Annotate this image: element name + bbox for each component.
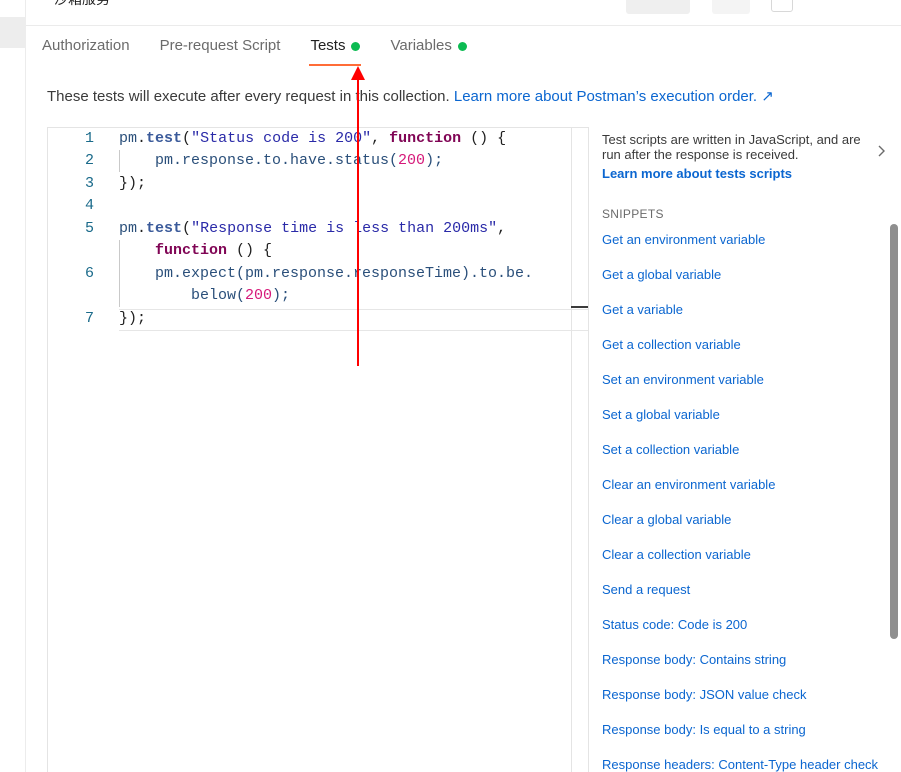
tab-pre-request-script[interactable]: Pre-request Script: [160, 36, 281, 66]
header-save-button[interactable]: [712, 0, 750, 14]
snippet-link[interactable]: Send a request: [602, 582, 690, 597]
code-text: pm.expect(pm.response.responseTime).to.b…: [155, 265, 534, 282]
snippet-link[interactable]: Get a variable: [602, 302, 683, 317]
code-line-wrapped: function () {: [48, 240, 588, 262]
sidebar-selected-item[interactable]: [0, 17, 26, 48]
line-number: 1: [84, 130, 94, 147]
header-more-icon[interactable]: [816, 0, 830, 14]
snippet-link[interactable]: Get a collection variable: [602, 337, 741, 352]
code-line: 1 pm.test("Status code is 200", function…: [48, 128, 588, 150]
snippets-scrollbar[interactable]: [890, 224, 898, 639]
code-text: pm.response.to.have.status(200);: [155, 152, 444, 169]
tests-scripts-learn-more-link[interactable]: Learn more about tests scripts: [602, 166, 792, 181]
code-text: function () {: [155, 242, 273, 259]
editor-divider: [571, 127, 572, 772]
line-number: 7: [84, 310, 94, 327]
left-sidebar: [0, 0, 26, 772]
code-line: 5 pm.test("Response time is less than 20…: [48, 218, 588, 240]
line-number: 6: [84, 265, 94, 282]
chevron-right-icon[interactable]: [874, 143, 890, 159]
tab-label: Variables: [390, 37, 452, 54]
header-doc-button[interactable]: [771, 0, 793, 12]
description-text: These tests will execute after every req…: [47, 88, 450, 105]
code-text: below(200);: [191, 287, 291, 304]
tab-label: Authorization: [42, 37, 130, 54]
tab-label: Pre-request Script: [159, 37, 281, 54]
snippet-link[interactable]: Set an environment variable: [602, 372, 764, 387]
execution-order-link[interactable]: Learn more about Postman’s execution ord…: [454, 88, 774, 105]
code-line: 3 });: [48, 173, 588, 195]
snippet-link[interactable]: Clear a collection variable: [602, 547, 751, 562]
code-line: 4: [48, 195, 588, 217]
snippet-link[interactable]: Get a global variable: [602, 267, 721, 282]
snippet-link[interactable]: Response body: Is equal to a string: [602, 722, 806, 737]
snippet-link[interactable]: Status code: Code is 200: [602, 617, 747, 632]
tab-status-dot-icon: [457, 42, 467, 51]
snippet-link[interactable]: Response headers: Content-Type header ch…: [602, 757, 878, 772]
code-editor[interactable]: 1 pm.test("Status code is 200", function…: [47, 127, 589, 772]
snippet-link[interactable]: Clear an environment variable: [602, 477, 775, 492]
line-number: 2: [84, 152, 94, 169]
code-line: 2 pm.response.to.have.status(200);: [48, 150, 588, 172]
line-number: 5: [84, 220, 94, 237]
code-line: 7 });: [48, 308, 588, 330]
code-line: 6 pm.expect(pm.response.responseTime).to…: [48, 263, 588, 285]
tab-status-dot-icon: [351, 42, 361, 51]
snippet-link[interactable]: Set a collection variable: [602, 442, 739, 457]
tests-info-text: Test scripts are written in JavaScript, …: [602, 132, 861, 162]
collection-header: 沙箱服务: [26, 0, 901, 26]
code-text: pm.test("Status code is 200", function (…: [119, 130, 507, 147]
annotation-arrow-icon: [351, 66, 365, 366]
postman-collection-tests-view: 沙箱服务 Authorization Pre-request Script Te…: [0, 0, 901, 772]
code-text: });: [119, 175, 147, 192]
code-line-wrapped: below(200);: [48, 285, 588, 307]
tab-tests[interactable]: Tests: [309, 36, 362, 66]
code-text: });: [119, 310, 147, 327]
snippet-link[interactable]: Set a global variable: [602, 407, 720, 422]
header-action-button[interactable]: [626, 0, 690, 14]
tab-label: Tests: [310, 37, 346, 54]
collection-title: 沙箱服务: [54, 0, 110, 9]
line-number: 4: [84, 197, 94, 214]
snippets-heading: SNIPPETS: [602, 207, 664, 221]
tab-bar: Authorization Pre-request Script Tests V…: [42, 36, 497, 66]
snippet-link[interactable]: Clear a global variable: [602, 512, 731, 527]
snippet-link[interactable]: Response body: Contains string: [602, 652, 786, 667]
tab-authorization[interactable]: Authorization: [42, 36, 130, 66]
code-text: pm.test("Response time is less than 200m…: [119, 220, 507, 237]
tests-description: These tests will execute after every req…: [47, 87, 774, 105]
line-number: 3: [84, 175, 94, 192]
minimap-cursor-marker: [571, 306, 588, 308]
snippet-link[interactable]: Get an environment variable: [602, 232, 765, 247]
tab-variables[interactable]: Variables: [390, 36, 467, 66]
snippet-link[interactable]: Response body: JSON value check: [602, 687, 807, 702]
